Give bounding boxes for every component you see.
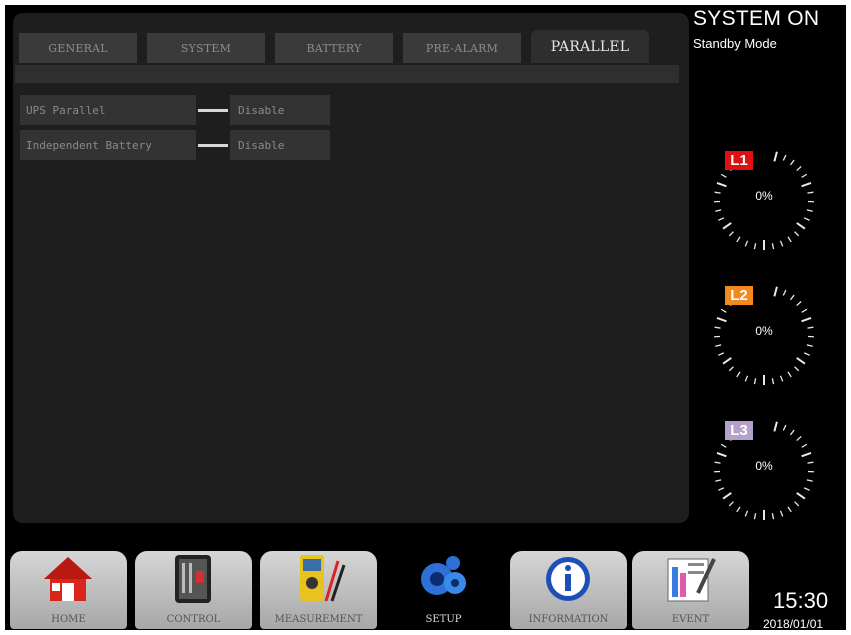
control-icon (175, 555, 211, 603)
setup-tabs: GENERAL SYSTEM BATTERY PRE-ALARM PARALLE… (19, 30, 659, 63)
nav-information-button[interactable]: INFORMATION (510, 551, 627, 629)
gears-icon (421, 556, 466, 595)
nav-measurement-label: MEASUREMENT (274, 614, 363, 625)
gauge-l3: L3 0% (709, 415, 819, 525)
clock-date: 2018/01/01 (763, 617, 824, 630)
system-mode: Standby Mode (693, 36, 777, 51)
nav-setup-button[interactable]: SETUP (385, 551, 502, 629)
independent-battery-value[interactable]: Disable (230, 130, 330, 160)
nav-event-label: EVENT (671, 614, 710, 625)
nav-setup-label: SETUP (425, 614, 462, 625)
bottom-nav: HOME CONTROL MEASUREMENT SETUP INFORMATI… (10, 551, 755, 630)
ups-parallel-value[interactable]: Disable (230, 95, 330, 125)
ups-parallel-label: UPS Parallel (20, 95, 196, 125)
connector-line (198, 109, 228, 112)
nav-control-label: CONTROL (166, 614, 221, 625)
connector-line (198, 144, 228, 147)
home-icon (44, 557, 92, 601)
gauge-l2-badge: L2 (725, 286, 753, 305)
tab-battery[interactable]: BATTERY (275, 33, 393, 63)
nav-measurement-button[interactable]: MEASUREMENT (260, 551, 377, 629)
event-log-icon (667, 558, 716, 602)
independent-battery-label: Independent Battery (20, 130, 196, 160)
tab-system[interactable]: SYSTEM (147, 33, 265, 63)
main-panel (13, 13, 689, 523)
gauge-l1-value: 0% (755, 189, 773, 203)
gauge-l2: L2 0% (709, 280, 819, 390)
gauge-l3-value: 0% (755, 459, 773, 473)
tab-general[interactable]: GENERAL (19, 33, 137, 63)
tab-parallel[interactable]: PARALLEL (531, 30, 649, 63)
nav-information-label: INFORMATION (528, 614, 609, 625)
gauge-l3-badge: L3 (725, 421, 753, 440)
gauge-l1-badge: L1 (725, 151, 753, 170)
system-status: SYSTEM ON (693, 7, 820, 30)
info-icon (546, 557, 590, 601)
nav-control-button[interactable]: CONTROL (135, 551, 252, 629)
clock-time: 15:30 (773, 588, 829, 613)
gauge-l2-value: 0% (755, 324, 773, 338)
nav-home-button[interactable]: HOME (10, 551, 127, 629)
nav-home-label: HOME (51, 614, 86, 625)
tab-content-header (15, 65, 679, 83)
multimeter-icon (300, 555, 346, 602)
ups-display: GENERAL SYSTEM BATTERY PRE-ALARM PARALLE… (5, 5, 846, 630)
gauge-l1: L1 0% (709, 145, 819, 255)
tab-pre-alarm[interactable]: PRE-ALARM (403, 33, 521, 63)
nav-event-button[interactable]: EVENT (632, 551, 749, 629)
